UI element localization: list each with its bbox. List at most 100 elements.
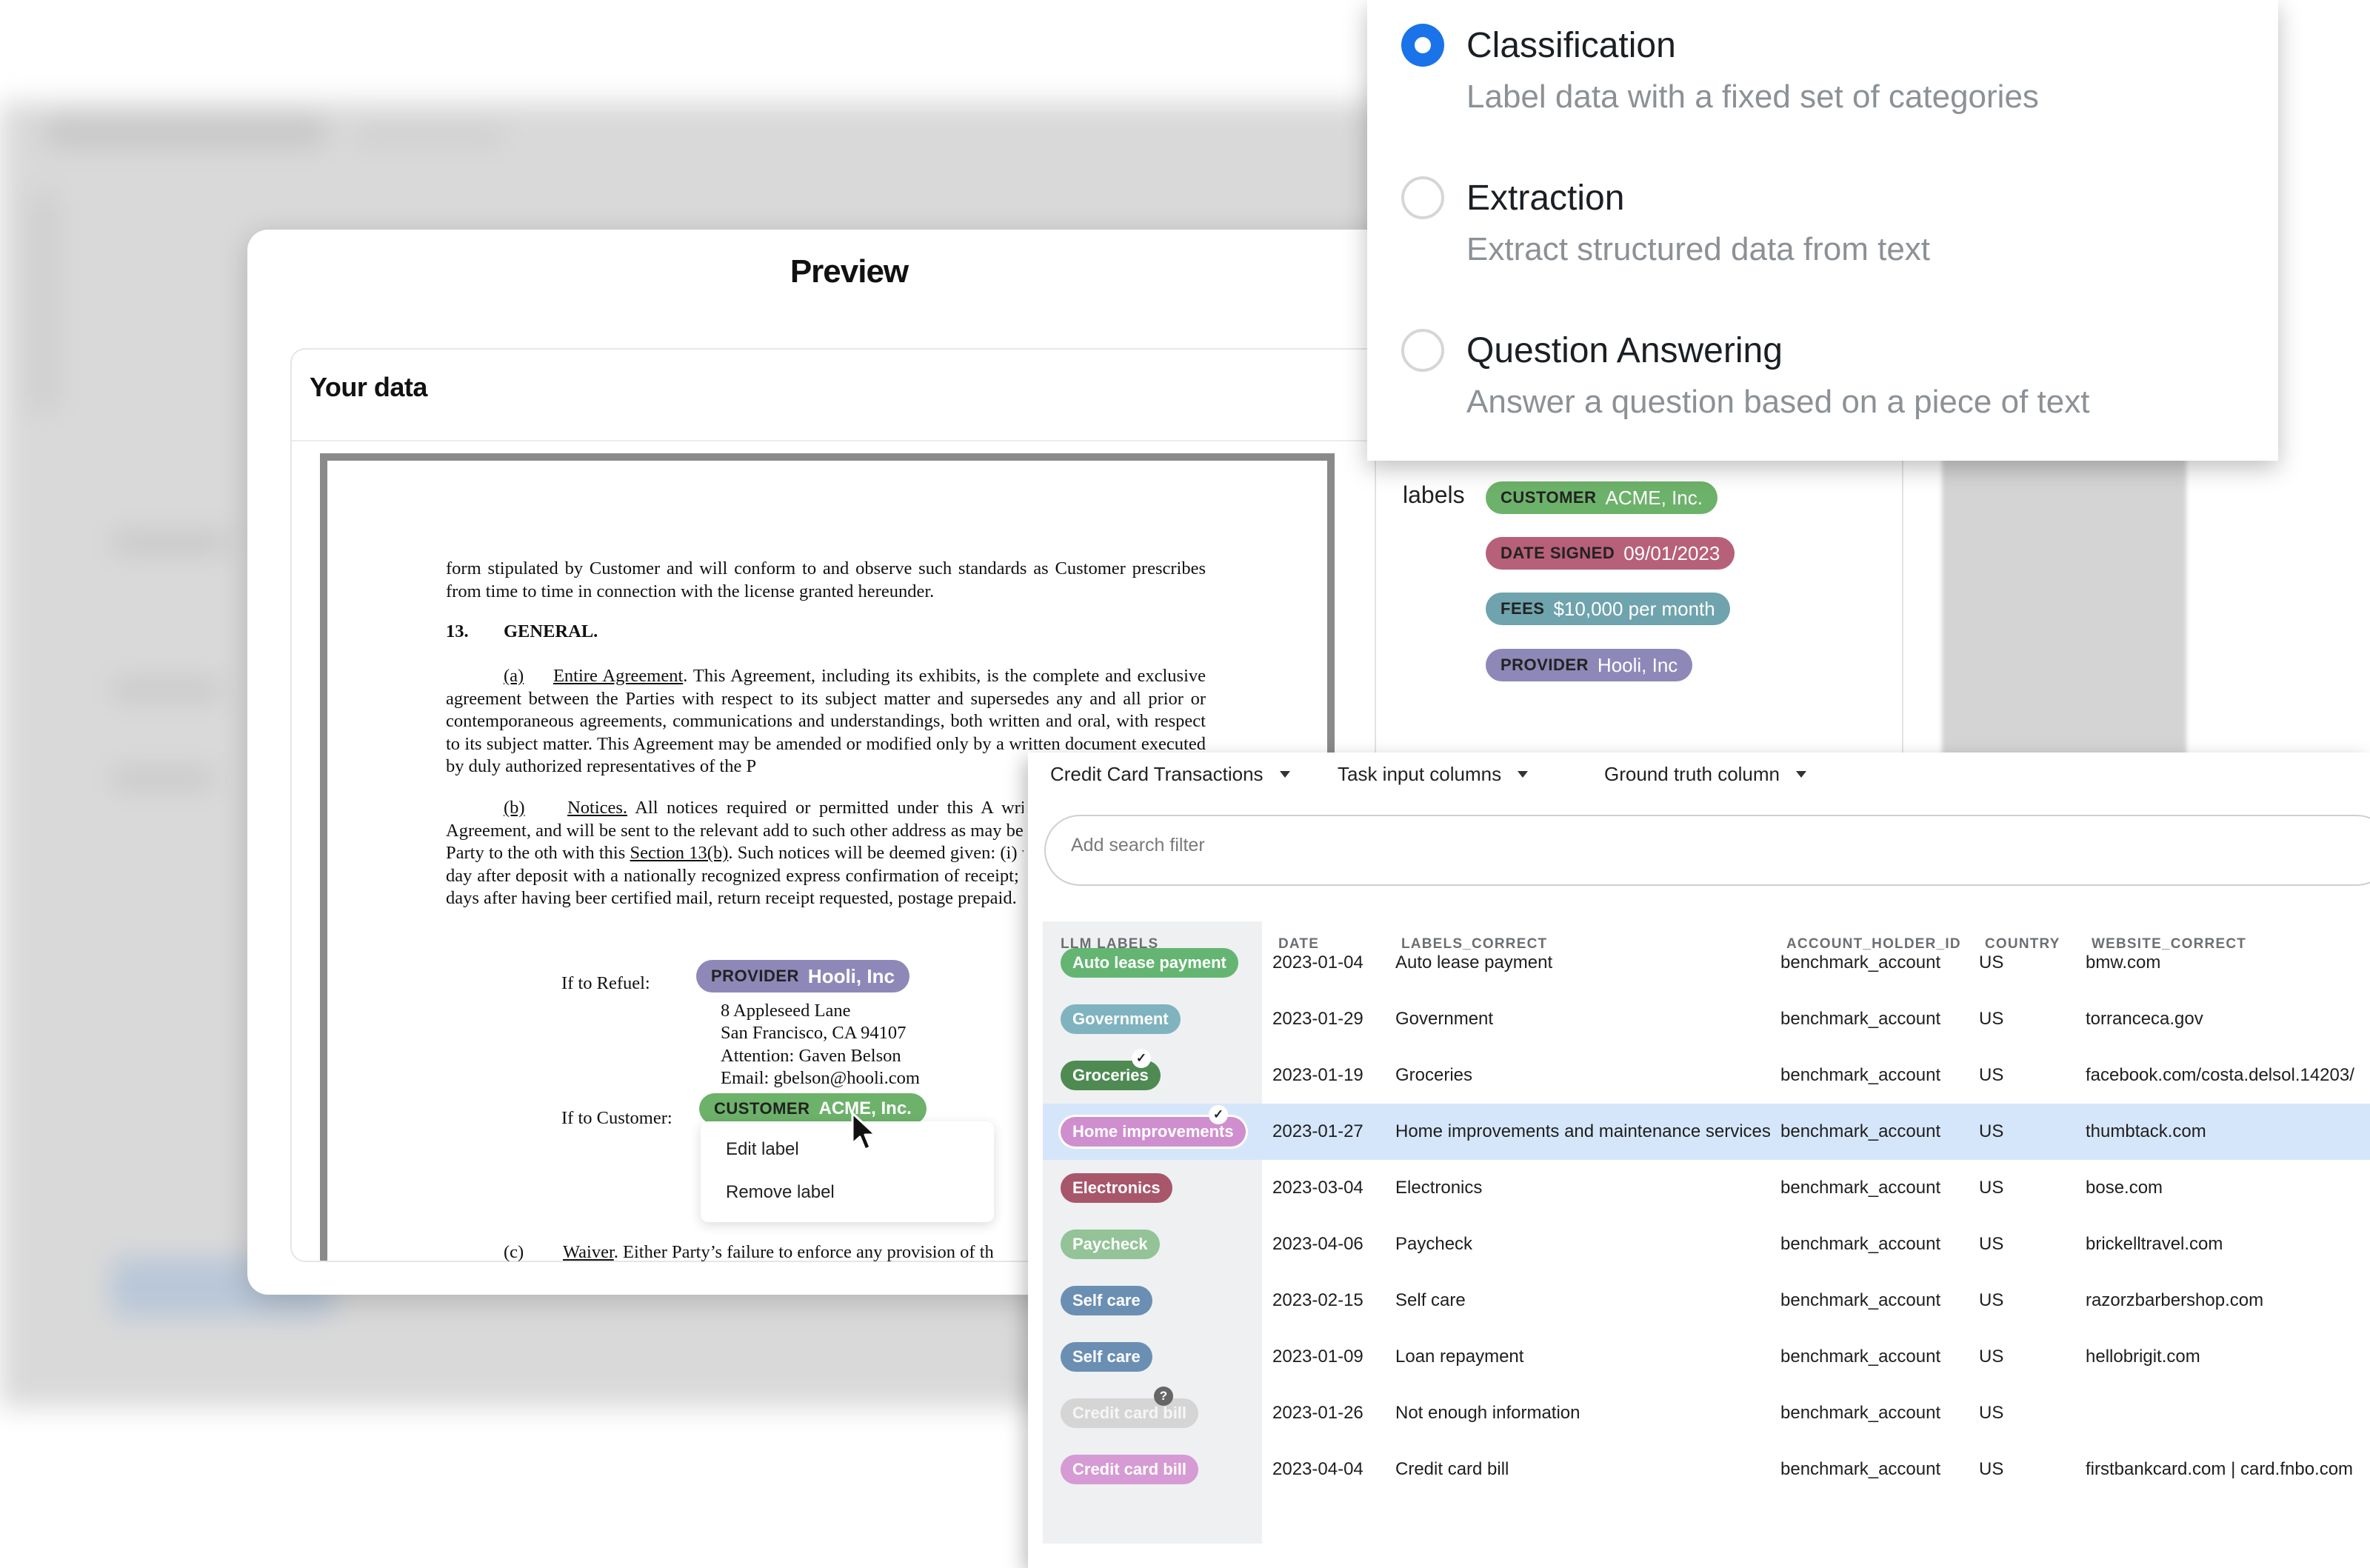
option-extraction-title[interactable]: Extraction (1466, 178, 1624, 218)
label-value: Hooli, Inc (1597, 653, 1678, 676)
llm-label-tag[interactable]: Self care (1061, 1342, 1152, 1372)
cell-date: 2023-01-29 (1272, 1009, 1363, 1029)
customer-label-pill[interactable]: CUSTOMER ACME, Inc. (699, 1093, 927, 1124)
address-line-1: 8 Appleseed Lane (721, 1001, 851, 1021)
search-filter[interactable] (1044, 815, 2370, 886)
cell-labels-correct: Credit card bill (1395, 1459, 1509, 1479)
cell-date: 2023-01-27 (1272, 1121, 1363, 1141)
llm-label-tag[interactable]: Self care (1061, 1286, 1152, 1315)
label-key: FEES (1501, 599, 1545, 618)
cell-date: 2023-01-26 (1272, 1403, 1363, 1423)
radio-question-answering[interactable] (1401, 329, 1444, 372)
task-type-dropdown: Classification Label data with a fixed s… (1367, 0, 2278, 461)
cell-website: bose.com (2086, 1178, 2163, 1198)
cell-country: US (1979, 1234, 2004, 1254)
cell-country: US (1979, 1121, 2004, 1141)
cell-labels-correct: Self care (1395, 1290, 1466, 1310)
cell-account-holder-id: benchmark_account (1780, 1347, 1941, 1367)
cell-account-holder-id: benchmark_account (1780, 1178, 1941, 1198)
cell-country: US (1979, 1009, 2004, 1029)
llm-label-tag[interactable]: Credit card bill (1061, 1455, 1199, 1484)
option-question-answering-title[interactable]: Question Answering (1466, 330, 1783, 371)
clause-a-title: Entire Agreement (553, 666, 684, 686)
llm-label-tag[interactable]: Paycheck (1061, 1230, 1160, 1259)
cell-account-holder-id: benchmark_account (1780, 953, 1941, 973)
cell-labels-correct: Home improvements and maintenance servic… (1395, 1121, 1771, 1141)
clause-c: Waiver. Either Party’s failure to enforc… (563, 1241, 1029, 1265)
cell-country: US (1979, 953, 2004, 973)
llm-label-tag[interactable]: Credit card bill (1061, 1398, 1199, 1428)
chevron-down-icon (1279, 771, 1290, 778)
input-columns-label: Task input columns (1338, 763, 1502, 785)
labels-heading: labels (1403, 481, 1465, 508)
dataset-dropdown[interactable]: Credit Card Transactions (1050, 763, 1290, 786)
ground-truth-label: Ground truth column (1604, 763, 1780, 785)
cell-country: US (1979, 1065, 2004, 1085)
doc-paragraph-1: form stipulated by Customer and will con… (446, 558, 1206, 601)
preview-title: Preview (790, 253, 909, 290)
customer-label-key: CUSTOMER (714, 1099, 810, 1118)
cell-account-holder-id: benchmark_account (1780, 1234, 1941, 1254)
label-pill-3[interactable]: PROVIDER Hooli, Inc (1486, 649, 1693, 681)
clause-b-number: (b) (504, 798, 525, 818)
cell-account-holder-id: benchmark_account (1780, 1290, 1941, 1310)
radio-extraction[interactable] (1401, 176, 1444, 219)
cell-labels-correct: Not enough information (1395, 1403, 1580, 1423)
radio-classification[interactable] (1401, 24, 1444, 67)
llm-label-tag[interactable]: Government (1061, 1004, 1181, 1034)
cell-date: 2023-01-04 (1272, 953, 1363, 973)
edit-label-item[interactable]: Edit label (726, 1139, 799, 1160)
search-input[interactable] (1069, 834, 2183, 857)
option-extraction-description: Extract structured data from text (1466, 231, 1931, 267)
option-classification-description: Label data with a fixed set of categorie… (1466, 79, 2039, 115)
cell-website: bmw.com (2086, 953, 2161, 973)
dataset-table-panel: Credit Card Transactions Task input colu… (1028, 753, 2370, 1568)
option-question-answering-description: Answer a question based on a piece of te… (1466, 384, 2090, 420)
cell-account-holder-id: benchmark_account (1780, 1121, 1941, 1141)
cell-website: thumbtack.com (2086, 1121, 2206, 1141)
if-to-customer-label: If to Customer: (561, 1108, 672, 1128)
label-pill-1[interactable]: DATE SIGNED 09/01/2023 (1486, 537, 1735, 570)
section-link[interactable]: Section 13(b) (630, 843, 729, 863)
address-line-4: Email: gbelson@hooli.com (721, 1068, 920, 1088)
cell-country: US (1979, 1403, 2004, 1423)
option-classification-title[interactable]: Classification (1466, 25, 1676, 66)
provider-label-pill[interactable]: PROVIDER Hooli, Inc (696, 960, 909, 992)
cell-country: US (1979, 1290, 2004, 1310)
cell-date: 2023-01-09 (1272, 1347, 1363, 1367)
chevron-down-icon (1518, 771, 1529, 778)
dataset-dropdown-label: Credit Card Transactions (1050, 763, 1264, 785)
llm-label-tag[interactable]: Electronics (1061, 1173, 1172, 1203)
section-number: 13. (446, 621, 469, 641)
labels-card: labels (1375, 415, 1903, 757)
cell-labels-correct: Auto lease payment (1395, 953, 1553, 973)
background-panel (1942, 415, 2186, 755)
remove-label-item[interactable]: Remove label (726, 1182, 835, 1203)
address-line-3: Attention: Gaven Belson (721, 1046, 901, 1066)
your-data-header: Your data (292, 350, 1388, 441)
label-pill-0[interactable]: CUSTOMER ACME, Inc. (1486, 481, 1718, 514)
cell-labels-correct: Electronics (1395, 1178, 1483, 1198)
clause-c-title: Waiver (563, 1242, 614, 1262)
label-context-menu: Edit label Remove label (701, 1121, 994, 1222)
ground-truth-dropdown[interactable]: Ground truth column (1604, 763, 1807, 786)
label-pill-2[interactable]: FEES $10,000 per month (1486, 593, 1730, 625)
llm-label-tag[interactable]: Auto lease payment (1061, 948, 1238, 978)
cell-website: hellobrigit.com (2086, 1347, 2200, 1367)
label-value: $10,000 per month (1553, 597, 1715, 620)
label-key: DATE SIGNED (1501, 544, 1615, 562)
cell-account-holder-id: benchmark_account (1780, 1065, 1941, 1085)
clause-a-number: (a) (504, 666, 524, 686)
doc-paragraph-b: (b) Notices. All notices required or per… (446, 797, 1024, 910)
cell-date: 2023-03-04 (1272, 1178, 1363, 1198)
cell-website: razorzbarbershop.com (2086, 1290, 2264, 1310)
cell-account-holder-id: benchmark_account (1780, 1009, 1941, 1029)
cell-website: facebook.com/costa.delsol.14203/ (2086, 1065, 2354, 1085)
check-icon: ✓ (1209, 1105, 1228, 1124)
check-icon: ✓ (1132, 1049, 1151, 1068)
chevron-down-icon (1796, 771, 1807, 778)
cell-country: US (1979, 1347, 2004, 1367)
input-columns-dropdown[interactable]: Task input columns (1338, 763, 1529, 786)
cell-country: US (1979, 1459, 2004, 1479)
cell-website: torranceca.gov (2086, 1009, 2203, 1029)
